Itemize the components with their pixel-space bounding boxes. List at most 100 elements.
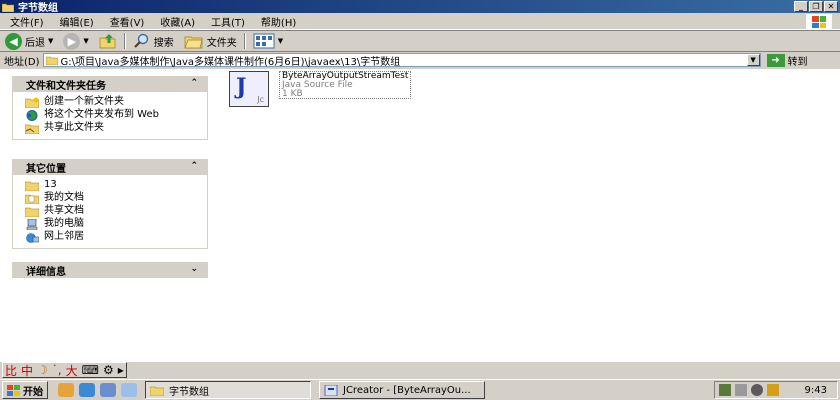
file-item[interactable]: J Jc ByteArrayOutputStreamTest Java Sourc… [229,71,412,107]
place-my-computer[interactable]: 我的电脑 [25,218,207,230]
desktop-icon[interactable] [100,383,116,397]
toolbar: ◀ 后退 ▼ ▶ ▼ 搜索 文件夹 ▼ [0,30,840,52]
computer-icon [26,219,38,230]
folders-icon [184,36,203,49]
tray-app-icon[interactable] [767,384,779,396]
folder-icon [45,56,58,65]
chevron-down-icon: ▼ [277,37,284,45]
go-button[interactable]: ➜ 转到 [766,53,808,68]
file-tasks-panel: 文件和文件夹任务 ⌃ 创建一个新文件夹 将这个文件夹发布到 Web 共享此文件夹 [12,76,208,140]
search-icon [134,33,148,48]
collapse-icon[interactable]: ⌃ [190,78,198,88]
menu-tools[interactable]: 工具(T) [205,14,251,29]
title-bar: 字节数组 _ ❐ ✕ [0,0,840,14]
globe-icon [26,110,38,121]
address-input[interactable]: G:\项目\Java多媒体制作\Java多媒体课件制作(6月6日)\javaex… [42,53,761,68]
back-button[interactable]: ◀ 后退 ▼ [0,31,58,51]
views-icon [253,33,275,49]
task-share-folder[interactable]: 共享此文件夹 [25,122,207,134]
panel-header[interactable]: 其它位置 ⌃ [12,159,208,175]
ime-logo-icon[interactable]: ⽐ [5,362,17,379]
new-folder-icon [25,97,39,108]
task-folder-window[interactable]: 字节数组 [145,381,311,399]
ime-tray-icon[interactable] [735,384,747,396]
task-label: 共享此文件夹 [44,122,104,133]
toolbar-separator [243,33,246,49]
place-my-documents[interactable]: 我的文档 [25,192,207,204]
ime-tools-icon[interactable]: ⚙ [103,363,114,377]
folder-view: 文件和文件夹任务 ⌃ 创建一个新文件夹 将这个文件夹发布到 Web 共享此文件夹… [0,69,840,362]
clock: 9:43 [804,384,827,396]
up-folder-icon [99,34,116,49]
toolbar-separator [123,33,126,49]
other-places-panel: 其它位置 ⌃ 13 我的文档 共享文档 我的电脑 网上邻居 [12,159,208,249]
ime-moon-icon[interactable]: ☽ [37,363,48,377]
share-folder-icon [25,124,39,134]
task-label: JCreator - [ByteArrayOu... [343,384,471,396]
place-label: 网上邻居 [44,231,84,242]
folder-icon [150,386,164,396]
panel-header[interactable]: 文件和文件夹任务 ⌃ [12,76,208,92]
back-label: 后退 [25,37,45,49]
keyboard-icon[interactable]: ⌨ [82,363,99,377]
task-new-folder[interactable]: 创建一个新文件夹 [25,96,207,108]
ime-chinese-mode[interactable]: 中 [21,362,33,379]
collapse-icon[interactable]: ⌃ [190,161,198,171]
place-network[interactable]: 网上邻居 [25,231,207,243]
shared-folder-icon [25,207,39,217]
go-arrow-icon: ➜ [766,53,785,67]
task-label: 字节数组 [169,386,209,398]
place-label: 我的电脑 [44,218,84,229]
task-jcreator-window[interactable]: JCreator - [ByteArrayOu... [319,381,485,399]
expand-icon[interactable]: ⌄ [190,264,198,274]
ime-menu-icon[interactable]: ▸ [118,363,124,377]
volume-icon[interactable] [751,384,763,396]
folders-button[interactable]: 文件夹 [179,31,242,51]
views-button[interactable]: ▼ [248,31,288,51]
menu-favorites[interactable]: 收藏(A) [154,14,201,29]
panel-header[interactable]: 详细信息 ⌄ [12,262,208,278]
forward-button[interactable]: ▶ ▼ [58,31,93,51]
windows-flag-icon [7,384,20,396]
quick-launch-app-icon[interactable] [58,383,74,397]
quick-launch [58,383,137,397]
ime-punct-icon[interactable]: ˙, [52,363,62,377]
forward-arrow-icon: ▶ [63,32,81,50]
windows-logo-icon [806,14,832,30]
documents-folder-icon [25,194,39,204]
back-arrow-icon: ◀ [5,32,22,50]
explorer-icon[interactable] [121,383,137,397]
ime-fullwidth-mode[interactable]: 大 [66,362,78,379]
address-dropdown-button[interactable]: ▼ [746,54,760,66]
panel-title: 详细信息 [26,266,66,278]
up-folder-button[interactable] [94,31,122,51]
chevron-down-icon: ▼ [83,37,89,45]
folders-label: 文件夹 [206,37,237,49]
close-button[interactable]: ✕ [824,1,838,12]
file-size: 1 KB [282,89,303,99]
search-button[interactable]: 搜索 [128,31,179,51]
browser-icon[interactable] [79,383,95,397]
address-label: 地址(D) [4,56,40,68]
menu-edit[interactable]: 编辑(E) [54,14,100,29]
panel-title: 文件和文件夹任务 [26,80,106,92]
restore-button[interactable]: ❐ [809,1,823,12]
place-label: 13 [44,179,57,190]
menu-help[interactable]: 帮助(H) [255,14,302,29]
task-label: 创建一个新文件夹 [44,96,124,107]
place-shared-documents[interactable]: 共享文档 [25,205,207,217]
menu-view[interactable]: 查看(V) [104,14,151,29]
folder-icon [25,181,39,191]
panel-title: 其它位置 [26,163,66,175]
place-label: 我的文档 [44,192,84,203]
menu-file[interactable]: 文件(F) [4,14,50,29]
task-publish-web[interactable]: 将这个文件夹发布到 Web [25,109,207,121]
file-info: ByteArrayOutputStreamTest Java Source Fi… [279,71,412,99]
place-13[interactable]: 13 [25,179,207,191]
folder-icon [2,3,14,12]
minimize-button[interactable]: _ [794,1,808,12]
taskbar: 开始 字节数组 JCreator - [ByteArrayOu... 9:43 [0,379,840,400]
network-tray-icon[interactable] [719,384,731,396]
start-button[interactable]: 开始 [2,381,48,399]
address-path: G:\项目\Java多媒体制作\Java多媒体课件制作(6月6日)\javaex… [60,56,401,68]
